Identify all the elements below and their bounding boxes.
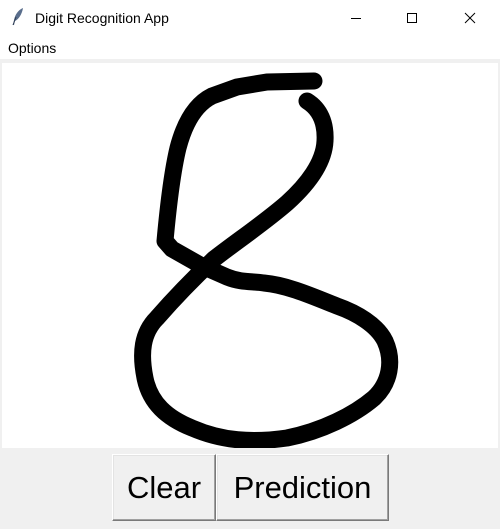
maximize-button[interactable] [389,0,435,36]
digit-stroke [134,72,399,448]
title-bar[interactable]: Digit Recognition App [0,0,500,36]
button-bar: Clear Prediction [0,448,500,529]
close-button[interactable] [447,0,493,36]
close-icon [464,12,476,24]
feather-icon [10,7,26,27]
drawing-canvas[interactable] [2,63,498,448]
minimize-button[interactable] [333,0,379,36]
app-window: Digit Recognition App Options Clear Pred… [0,0,500,529]
menu-options[interactable]: Options [8,40,56,57]
prediction-button[interactable]: Prediction [216,454,389,521]
menu-bar: Options [0,36,500,60]
clear-button[interactable]: Clear [112,454,216,521]
window-title: Digit Recognition App [35,10,169,26]
minimize-icon [350,12,362,24]
maximize-icon [406,12,418,24]
